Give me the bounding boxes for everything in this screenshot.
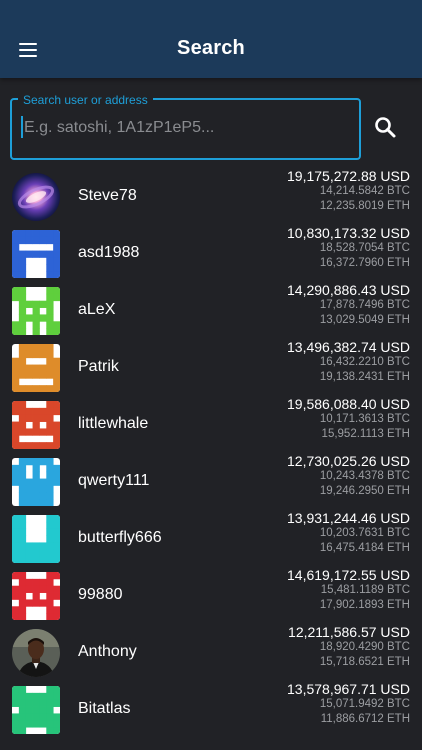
avatar — [12, 686, 60, 734]
username: butterfly666 — [78, 529, 162, 546]
balance-block: 13,496,382.74 USD 16,432.2210 BTC 19,138.2… — [287, 339, 410, 385]
eth-balance: 15,952.1113 ETH — [321, 428, 410, 440]
eth-balance: 19,246.2950 ETH — [319, 485, 410, 497]
balance-block: 13,578,967.71 USD 15,071.9492 BTC 11,886.6… — [287, 681, 410, 727]
btc-balance: 17,878.7496 BTC — [319, 299, 410, 311]
user-row[interactable]: Anthony 12,211,586.57 USD 18,920.4290 BTC 1… — [0, 620, 422, 677]
avatar — [12, 629, 60, 677]
usd-balance: 12,211,586.57 USD — [288, 624, 410, 640]
user-row[interactable]: Bitatlas 13,578,967.71 USD 15,071.9492 BTC… — [0, 677, 422, 734]
usd-balance: 13,931,244.46 USD — [287, 510, 410, 526]
usd-balance: 10,830,173.32 USD — [287, 225, 410, 241]
user-row[interactable]: butterfly666 13,931,244.46 USD 10,203.7631… — [0, 506, 422, 563]
avatar — [12, 458, 60, 506]
btc-balance: 18,528.7054 BTC — [319, 242, 410, 254]
avatar — [12, 401, 60, 449]
username: aLeX — [78, 301, 116, 318]
user-row[interactable]: 99880 14,619,172.55 USD 15,481.1189 BTC 17,… — [0, 563, 422, 620]
btc-balance: 10,203.7631 BTC — [319, 527, 410, 539]
user-row[interactable]: aLeX 14,290,886.43 USD 17,878.7496 BTC 13,0… — [0, 278, 422, 335]
btc-balance: 14,214.5842 BTC — [319, 185, 410, 197]
username: 99880 — [78, 586, 123, 603]
user-row[interactable]: Patrik 13,496,382.74 USD 16,432.2210 BTC 19… — [0, 335, 422, 392]
app-bar: Search — [0, 0, 422, 78]
eth-balance: 15,718.6521 ETH — [319, 656, 410, 668]
search-button[interactable] — [368, 110, 402, 144]
btc-balance: 16,432.2210 BTC — [319, 356, 410, 368]
usd-balance: 13,496,382.74 USD — [287, 339, 410, 355]
username: qwerty111 — [78, 472, 150, 489]
avatar — [12, 572, 60, 620]
balance-block: 10,830,173.32 USD 18,528.7054 BTC 16,372.7… — [287, 225, 410, 271]
balance-block: 13,931,244.46 USD 10,203.7631 BTC 16,475.4… — [287, 510, 410, 556]
usd-balance: 14,290,886.43 USD — [287, 282, 410, 298]
username: Anthony — [78, 643, 137, 660]
usd-balance: 19,586,088.40 USD — [287, 396, 410, 412]
user-row[interactable]: asd1988 10,830,173.32 USD 18,528.7054 BTC 1… — [0, 221, 422, 278]
magnifier-search-icon — [375, 117, 396, 138]
username: Patrik — [78, 358, 119, 375]
avatar — [12, 287, 60, 335]
usd-balance: 12,730,025.26 USD — [287, 453, 410, 469]
avatar — [12, 230, 60, 278]
btc-balance: 15,071.9492 BTC — [319, 698, 410, 710]
eth-balance: 16,372.7960 ETH — [319, 257, 410, 269]
avatar — [12, 515, 60, 563]
balance-block: 19,586,088.40 USD 10,171.3613 BTC 15,952.1… — [287, 396, 410, 442]
balance-block: 14,619,172.55 USD 15,481.1189 BTC 17,902.1… — [287, 567, 410, 613]
btc-balance: 18,920.4290 BTC — [319, 641, 410, 653]
page-title: Search — [177, 37, 245, 59]
user-list: Steve78 19,175,272.88 USD 14,214.5842 BTC 1… — [0, 164, 422, 734]
search-input[interactable] — [22, 115, 349, 141]
eth-balance: 16,475.4184 ETH — [319, 542, 410, 554]
usd-balance: 13,578,967.71 USD — [287, 681, 410, 697]
eth-balance: 12,235.8019 ETH — [319, 200, 410, 212]
user-row[interactable]: littlewhale 19,586,088.40 USD 10,171.3613 … — [0, 392, 422, 449]
avatar — [12, 344, 60, 392]
balance-block: 12,211,586.57 USD 18,920.4290 BTC 15,718.6… — [288, 624, 410, 670]
user-row[interactable]: Steve78 19,175,272.88 USD 14,214.5842 BTC 1… — [0, 164, 422, 221]
btc-balance: 10,243.4378 BTC — [319, 470, 410, 482]
balance-block: 19,175,272.88 USD 14,214.5842 BTC 12,235.8… — [287, 168, 410, 214]
username: asd1988 — [78, 244, 140, 261]
eth-balance: 19,138.2431 ETH — [319, 371, 410, 383]
user-row[interactable]: qwerty111 12,730,025.26 USD 10,243.4378 BT… — [0, 449, 422, 506]
balance-block: 12,730,025.26 USD 10,243.4378 BTC 19,246.2… — [287, 453, 410, 499]
usd-balance: 14,619,172.55 USD — [287, 567, 410, 583]
btc-balance: 10,171.3613 BTC — [319, 413, 410, 425]
eth-balance: 17,902.1893 ETH — [319, 599, 410, 611]
balance-block: 14,290,886.43 USD 17,878.7496 BTC 13,029.5… — [287, 282, 410, 328]
usd-balance: 19,175,272.88 USD — [287, 168, 410, 184]
text-cursor — [21, 116, 23, 138]
eth-balance: 13,029.5049 ETH — [319, 314, 410, 326]
username: Bitatlas — [78, 700, 131, 717]
btc-balance: 15,481.1189 BTC — [320, 584, 410, 596]
username: Steve78 — [78, 187, 137, 204]
avatar — [12, 173, 60, 221]
eth-balance: 11,886.6712 ETH — [320, 713, 410, 725]
username: littlewhale — [78, 415, 149, 432]
search-field-label: Search user or address — [18, 93, 153, 107]
